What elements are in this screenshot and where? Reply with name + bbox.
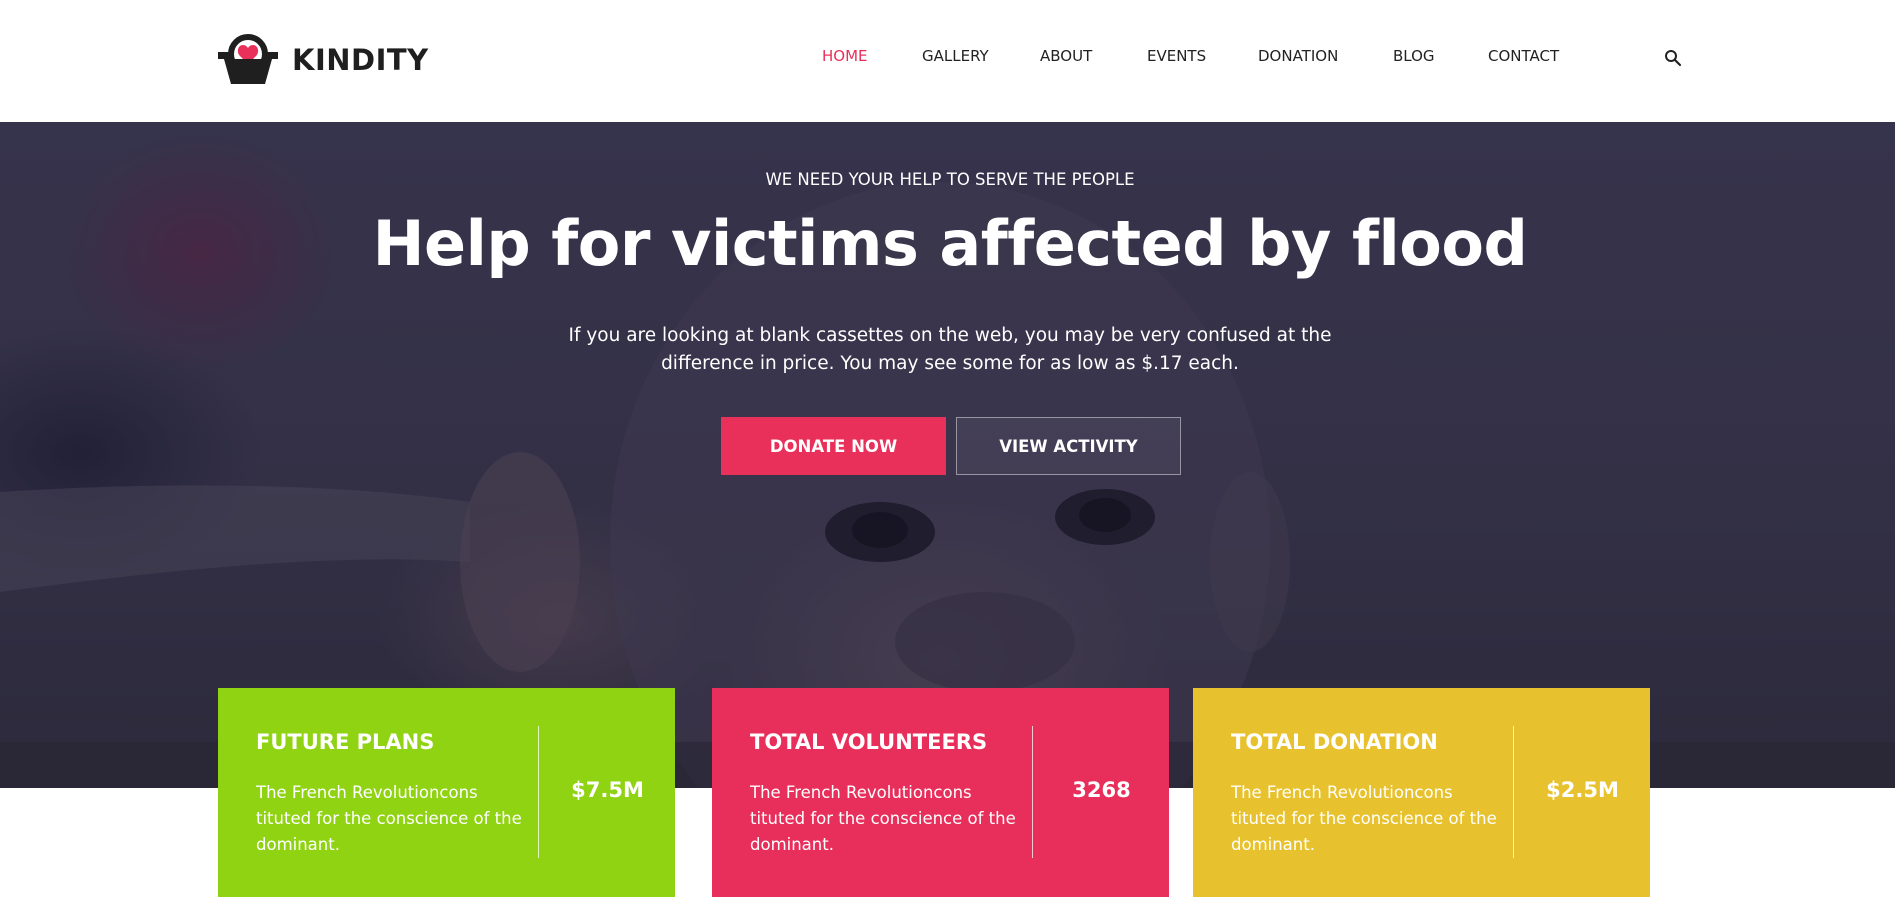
stat-description: The French Revolutioncons tituted for th… — [750, 783, 1016, 854]
stat-value: 3268 — [1072, 778, 1131, 802]
heart-bowl-icon — [218, 34, 278, 84]
nav-item-contact[interactable]: CONTACT — [1488, 47, 1559, 65]
hero-kicker: WE NEED YOUR HELP TO SERVE THE PEOPLE — [765, 170, 1135, 189]
stat-title: TOTAL DONATION — [1231, 730, 1438, 754]
logo[interactable]: KINDITY — [218, 34, 429, 86]
stat-title: TOTAL VOLUNTEERS — [750, 730, 988, 754]
stat-card-total-volunteers: TOTAL VOLUNTEERS The French Revolutionco… — [712, 688, 1169, 897]
donate-now-button[interactable]: DONATE NOW — [721, 417, 946, 475]
stat-divider — [1032, 726, 1033, 858]
nav-item-gallery[interactable]: GALLERY — [922, 47, 989, 65]
stat-title: FUTURE PLANS — [256, 730, 435, 754]
stat-card-total-donation: TOTAL DONATION The French Revolutioncons… — [1193, 688, 1650, 897]
hero-description: If you are looking at blank cassettes on… — [568, 325, 1332, 374]
stat-description: The French Revolutioncons tituted for th… — [1231, 783, 1497, 854]
nav-item-about[interactable]: ABOUT — [1040, 47, 1092, 65]
stat-divider — [538, 726, 539, 858]
stat-card-future-plans: FUTURE PLANS The French Revolutioncons t… — [218, 688, 675, 897]
stat-value: $2.5M — [1546, 778, 1619, 802]
nav-item-home[interactable]: HOME — [822, 47, 868, 65]
view-activity-button[interactable]: VIEW ACTIVITY — [956, 417, 1181, 475]
stat-divider — [1513, 726, 1514, 858]
brand-name: KINDITY — [292, 43, 429, 77]
stat-value: $7.5M — [571, 778, 644, 802]
stat-description: The French Revolutioncons tituted for th… — [256, 783, 522, 854]
site-header: KINDITY HOME GALLERY ABOUT EVENTS DONATI… — [0, 0, 1895, 122]
hero-title: Help for victims affected by flood — [372, 207, 1528, 280]
search-icon[interactable] — [1664, 49, 1682, 67]
nav-item-events[interactable]: EVENTS — [1147, 47, 1206, 65]
nav-item-donation[interactable]: DONATION — [1258, 47, 1338, 65]
nav-item-blog[interactable]: BLOG — [1393, 47, 1435, 65]
